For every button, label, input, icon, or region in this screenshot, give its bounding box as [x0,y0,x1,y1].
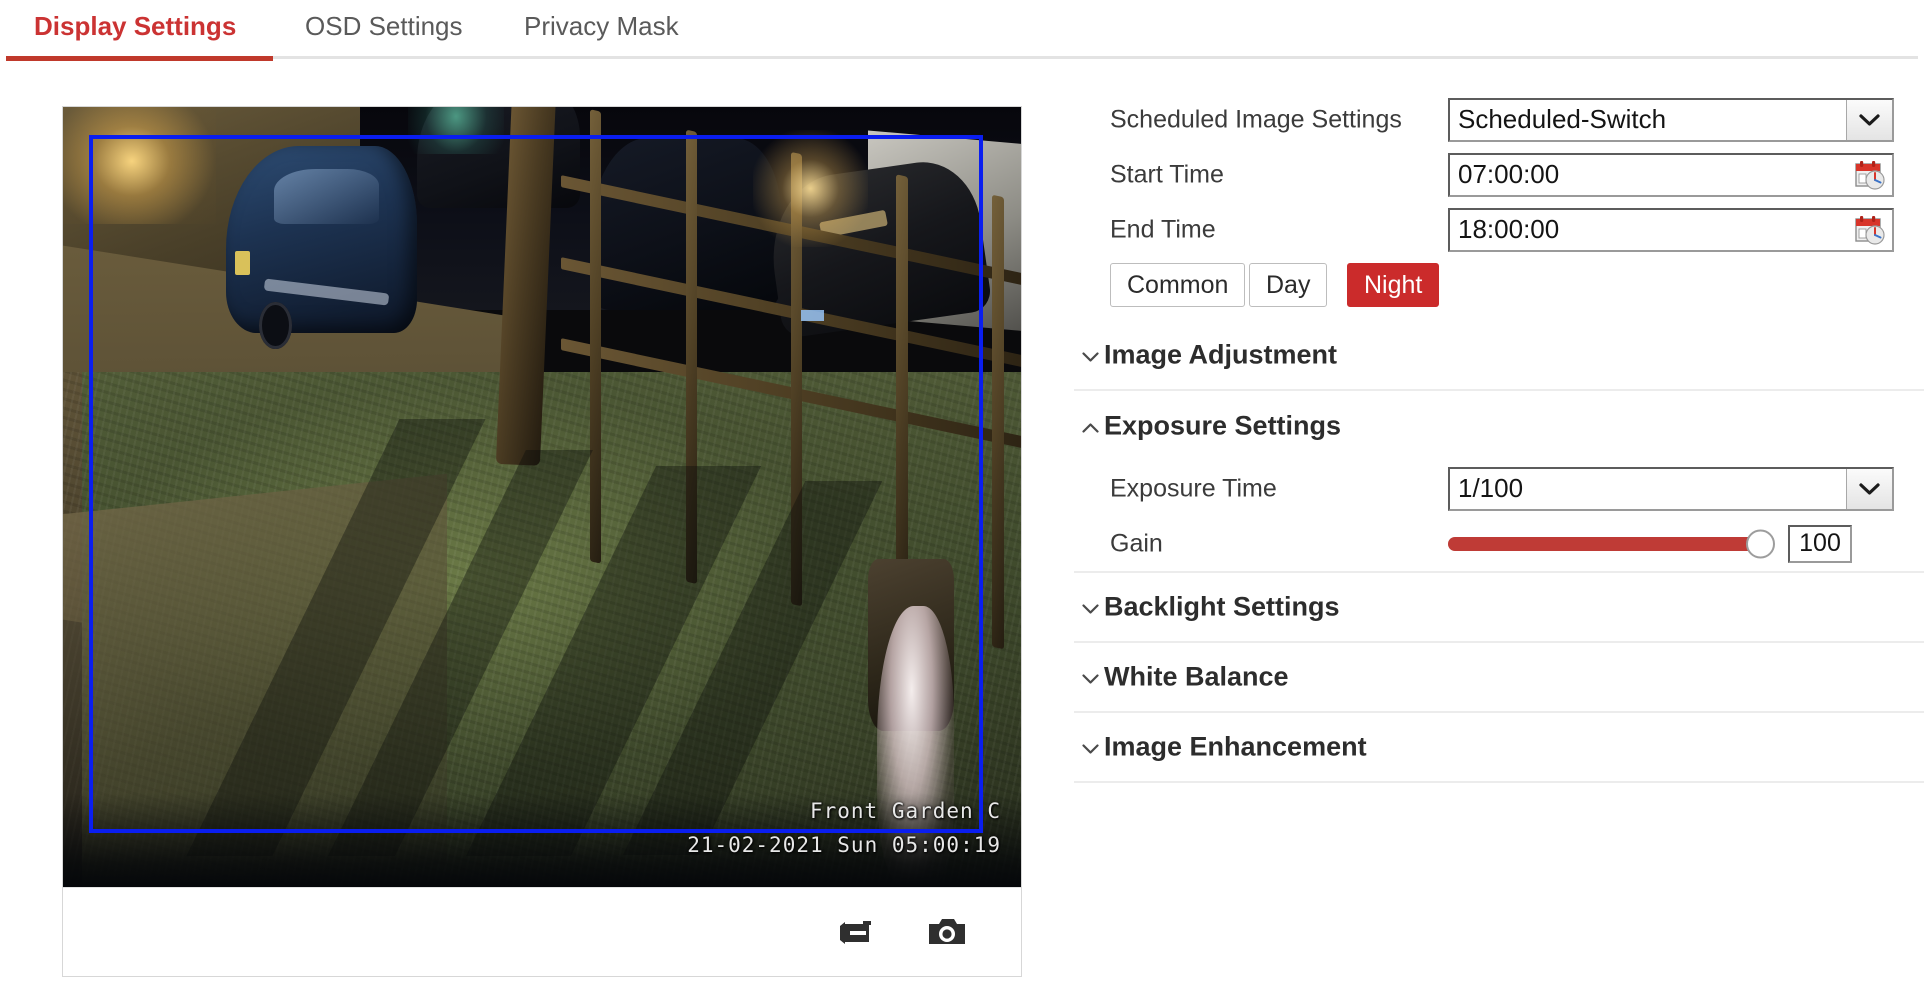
exposure-time-label: Exposure Time [1110,474,1277,503]
field-gain: Gain [1074,516,1924,571]
gain-label: Gain [1110,529,1163,558]
gain-slider-fill [1448,537,1760,551]
chevron-up-icon [1082,421,1099,432]
tab-bar: Display Settings OSD Settings Privacy Ma… [0,0,1924,60]
section-image-enhancement-header[interactable]: Image Enhancement [1082,732,1367,763]
end-time-input[interactable] [1450,210,1853,250]
section-exposure-settings-title: Exposure Settings [1104,411,1341,442]
live-view-panel: Front Garden C 21-02-2021 Sun 05:00:19 [62,106,1022,977]
exposure-time-select[interactable]: 1/100 [1448,467,1894,511]
gain-slider-handle[interactable] [1746,529,1775,558]
section-image-adjustment-title: Image Adjustment [1104,340,1337,371]
mode-button-night[interactable]: Night [1347,263,1439,307]
display-settings-form: Scheduled Image Settings Scheduled-Switc… [1074,92,1924,972]
section-white-balance[interactable]: White Balance [1074,643,1924,713]
scheduled-image-settings-select[interactable]: Scheduled-Switch [1448,98,1894,142]
video-toolbar [63,887,1021,976]
chevron-down-icon [1082,602,1099,613]
section-exposure-settings-body: Exposure Time 1/100 Gain [1074,461,1924,573]
chevron-down-icon [1082,350,1099,361]
mode-button-common[interactable]: Common [1110,263,1245,307]
field-scheduled-image-settings: Scheduled Image Settings Scheduled-Switc… [1074,92,1924,147]
section-image-adjustment[interactable]: Image Adjustment [1074,321,1924,391]
start-time-input[interactable] [1450,155,1853,195]
active-tab-underline [6,56,273,61]
gain-slider-track[interactable] [1448,537,1760,551]
video-preview[interactable]: Front Garden C 21-02-2021 Sun 05:00:19 [63,107,1021,887]
gain-slider-wrapper [1448,524,1894,564]
section-backlight-settings-title: Backlight Settings [1104,592,1340,623]
field-exposure-time: Exposure Time 1/100 [1074,461,1924,516]
video-camera-icon[interactable] [833,910,877,954]
section-exposure-settings-header[interactable]: Exposure Settings [1082,411,1341,442]
section-exposure-settings[interactable]: Exposure Settings [1074,391,1924,461]
section-white-balance-title: White Balance [1104,662,1289,693]
chevron-down-icon [1846,469,1892,509]
photo-camera-icon[interactable] [925,910,969,954]
chevron-down-icon [1082,742,1099,753]
tab-osd-settings[interactable]: OSD Settings [305,0,463,56]
calendar-clock-icon[interactable] [1853,213,1887,247]
end-time-input-wrapper[interactable] [1448,208,1894,252]
camera-scene-image [63,107,1021,887]
gain-value-box[interactable] [1788,525,1852,563]
section-backlight-settings[interactable]: Backlight Settings [1074,573,1924,643]
start-time-label: Start Time [1110,160,1224,189]
section-image-enhancement-title: Image Enhancement [1104,732,1367,763]
mode-button-day[interactable]: Day [1249,263,1327,307]
start-time-input-wrapper[interactable] [1448,153,1894,197]
section-backlight-settings-header[interactable]: Backlight Settings [1082,592,1340,623]
scheduled-image-settings-label: Scheduled Image Settings [1110,105,1402,134]
chevron-down-icon [1846,100,1892,140]
section-white-balance-header[interactable]: White Balance [1082,662,1289,693]
section-image-adjustment-header[interactable]: Image Adjustment [1082,340,1337,371]
exposure-time-value: 1/100 [1450,473,1846,504]
field-start-time: Start Time [1074,147,1924,202]
mode-button-group: Common Day Night [1074,263,1924,321]
tab-bar-baseline [6,56,1918,59]
calendar-clock-icon[interactable] [1853,158,1887,192]
end-time-label: End Time [1110,215,1216,244]
scheduled-image-settings-value: Scheduled-Switch [1450,104,1846,135]
tab-privacy-mask[interactable]: Privacy Mask [524,0,679,56]
chevron-down-icon [1082,672,1099,683]
field-end-time: End Time [1074,202,1924,257]
section-image-enhancement[interactable]: Image Enhancement [1074,713,1924,783]
gain-value-input[interactable] [1790,528,1850,559]
tab-display-settings[interactable]: Display Settings [34,0,236,56]
